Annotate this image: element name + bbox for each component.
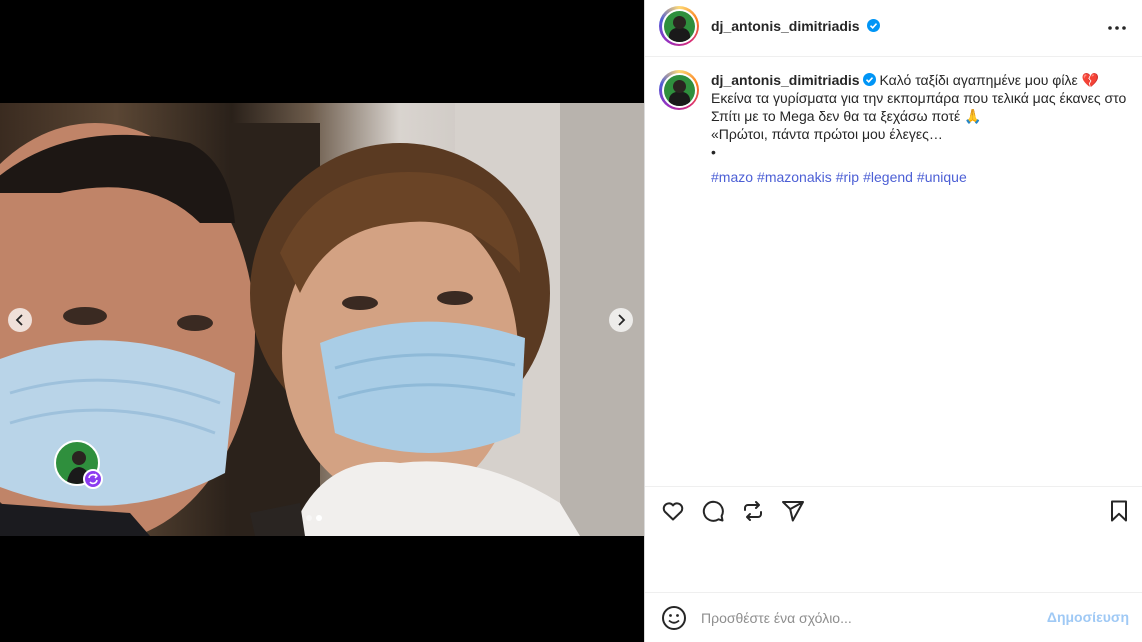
repost-icon [744,501,762,521]
author-username[interactable]: dj_antonis_dimitriadis [711,18,860,34]
save-button[interactable] [1107,499,1133,525]
caption-author-avatar[interactable] [659,70,699,110]
next-slide-button[interactable] [609,308,633,332]
emoji-picker-button[interactable] [661,605,687,631]
media-viewer [0,0,644,642]
repost-icon [88,473,98,485]
previous-slide-button[interactable] [8,308,32,332]
share-button[interactable] [781,499,807,525]
avatar-image [663,10,695,42]
emoji-icon [662,606,686,630]
caption-username[interactable]: dj_antonis_dimitriadis [711,72,860,88]
hashtag-link[interactable]: #mazo [711,169,753,185]
post-comment-button[interactable]: Δημοσίευση [1047,609,1129,625]
author-avatar[interactable] [659,6,699,46]
hashtag-link[interactable]: #unique [917,169,967,185]
comment-icon [702,500,724,522]
bookmark-icon [1111,500,1127,522]
carousel-indicator [306,515,322,521]
caption-line: • [711,144,716,160]
caption-line: «Πρώτοι, πάντα πρώτοι μου έλεγες… [711,126,943,142]
avatar-image [663,74,695,106]
repost-button[interactable] [741,499,767,525]
chevron-right-icon [618,314,626,326]
hashtag-list: #mazo #mazonakis #rip #legend #unique [711,169,1129,185]
carousel-dot-active [316,515,322,521]
more-icon [1108,26,1126,30]
author-username-wrap: dj_antonis_dimitriadis [711,18,881,36]
collab-badge [83,469,103,489]
post-header: dj_antonis_dimitriadis [645,0,1142,57]
hashtag-link[interactable]: #mazonakis [757,169,832,185]
caption-line: Εκείνα τα γυρίσματα για την εκπομπάρα πο… [711,90,1127,124]
hashtag-link[interactable]: #rip [836,169,859,185]
carousel-dot [306,515,312,521]
verified-badge-icon [867,19,881,32]
like-button[interactable] [661,499,687,525]
post-caption: dj_antonis_dimitriadis Καλό ταξίδι αγαπη… [645,57,1142,185]
verified-badge-icon [862,73,876,86]
add-comment-bar: Δημοσίευση [645,592,1142,642]
send-icon [782,501,804,522]
comment-button[interactable] [701,499,727,525]
hashtag-link[interactable]: #legend [863,169,913,185]
comment-input[interactable] [701,607,1041,629]
caption-text: dj_antonis_dimitriadis Καλό ταξίδι αγαπη… [711,71,1129,161]
caption-line: Καλό ταξίδι αγαπημένε μου φίλε 💔 [879,72,1100,88]
more-options-button[interactable] [1105,16,1129,40]
chevron-left-icon [15,314,23,326]
heart-icon [662,502,684,521]
post-details-panel: dj_antonis_dimitriadis dj_antonis_dimitr… [644,0,1142,642]
post-actions [645,486,1142,536]
